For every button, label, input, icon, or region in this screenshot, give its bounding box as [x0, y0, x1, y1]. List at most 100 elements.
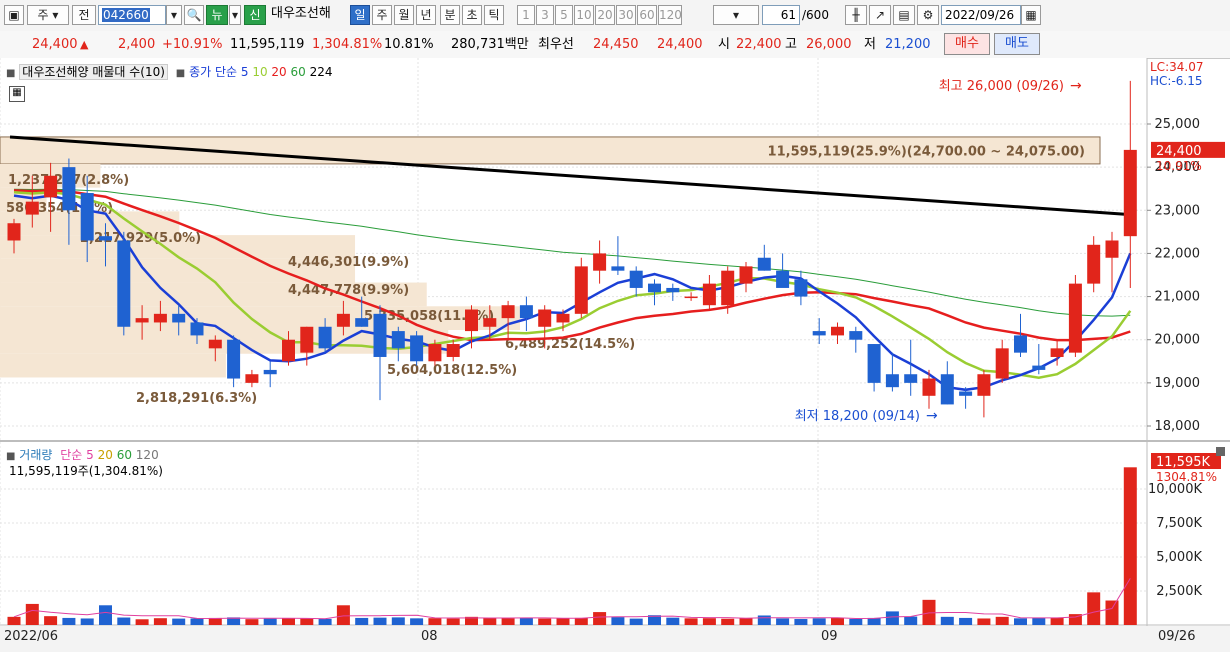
volume-bar: [300, 618, 314, 625]
volume-bar: [410, 618, 424, 625]
count-input[interactable]: 61: [762, 5, 800, 25]
volume-pct-tag: 1304.81%: [1156, 470, 1217, 484]
period-tab-4[interactable]: 분: [440, 5, 460, 25]
search-icon[interactable]: 🔍: [184, 5, 204, 25]
table-icon[interactable]: ▦: [9, 86, 25, 102]
best-ask: 24,450: [593, 37, 639, 52]
x-axis-label: 09: [821, 629, 838, 644]
period-tab-6[interactable]: 틱: [484, 5, 504, 25]
interval-button-60[interactable]: 60: [637, 5, 657, 25]
interval-button-20[interactable]: 20: [595, 5, 615, 25]
stock-name-label: 대우조선해: [271, 6, 331, 21]
candle-body: [959, 391, 973, 396]
stock-chart[interactable]: 11,595,119(25.9%)(24,700.00 ~ 24,075.00)…: [0, 58, 1230, 652]
interval-button-10[interactable]: 10: [574, 5, 594, 25]
volume-ma-period-5[interactable]: 5: [86, 448, 94, 462]
volume-ma-period-60[interactable]: 60: [113, 448, 132, 462]
volume-value: 11,595,119: [230, 37, 305, 52]
ma-period-224[interactable]: 224: [306, 65, 333, 79]
candle-body: [1123, 149, 1137, 237]
save-icon[interactable]: ▤: [893, 5, 915, 25]
candle-body: [300, 326, 314, 353]
period-tab-2[interactable]: 월: [394, 5, 414, 25]
line-tool-icon[interactable]: ↗: [869, 5, 891, 25]
candle-body: [428, 344, 442, 362]
volume-bar: [501, 618, 515, 625]
gear-icon[interactable]: ⚙: [917, 5, 939, 25]
volume-profile-bar: [0, 353, 226, 378]
volume-bar: [849, 618, 863, 625]
price-legend-stock[interactable]: 대우조선해양 매물대 수(10): [19, 64, 168, 80]
price-legend-ma-label[interactable]: 종가 단순: [189, 65, 237, 79]
stock-code-value: 042660: [102, 8, 150, 22]
volume-ma-period-20[interactable]: 20: [94, 448, 113, 462]
interval-button-3[interactable]: 3: [536, 5, 554, 25]
buy-button[interactable]: 매수: [944, 33, 990, 55]
window-menu-icon[interactable]: ▣: [4, 5, 24, 25]
candle-body: [1087, 244, 1101, 284]
ma-period-60[interactable]: 60: [287, 65, 306, 79]
low-arrow-icon: →: [926, 408, 938, 424]
price-tick-label: 22,000: [1155, 246, 1201, 261]
volume-bar: [44, 616, 58, 625]
new-button[interactable]: 신: [244, 5, 266, 25]
current-price-tag: 24,400: [1156, 144, 1202, 159]
sell-button[interactable]: 매도: [994, 33, 1040, 55]
price-tick-label: 21,000: [1155, 290, 1201, 305]
candle-body: [739, 266, 753, 284]
volume-bar: [483, 617, 497, 625]
volume-bar: [556, 618, 570, 625]
volume-bar: [190, 618, 204, 625]
candle-body: [574, 266, 588, 314]
interval-button-5[interactable]: 5: [555, 5, 573, 25]
stock-dropdown-button[interactable]: ▾: [166, 5, 182, 25]
candle-body: [1032, 365, 1046, 370]
volume-bar: [446, 618, 460, 625]
quote-info-bar: 24,400 ▲ 2,400 +10.91% 11,595,119 1,304.…: [0, 31, 1230, 59]
news-dropdown-button[interactable]: ▾: [229, 5, 241, 25]
volume-bar: [959, 617, 973, 625]
volume-bar: [153, 618, 167, 625]
volume-bar: [99, 605, 112, 625]
candle-body: [80, 193, 94, 241]
interval-button-120[interactable]: 120: [658, 5, 682, 25]
volume-current-tag: 11,595K: [1156, 455, 1210, 470]
ma-period-10[interactable]: 10: [249, 65, 267, 79]
interval-button-30[interactable]: 30: [616, 5, 636, 25]
candle-body: [904, 374, 918, 383]
volume-bar: [318, 618, 332, 625]
volume-bar: [977, 618, 991, 625]
period-tab-1[interactable]: 주: [372, 5, 392, 25]
volume-bar: [1123, 467, 1137, 625]
volume-tick-label: 10,000K: [1148, 482, 1202, 497]
period-tab-3[interactable]: 년: [416, 5, 436, 25]
volume-legend-ma-label[interactable]: 단순: [60, 448, 82, 462]
legend-marker-icon: ■: [175, 68, 186, 79]
volume-bar: [721, 618, 735, 625]
volume-pct: 1,304.81%: [312, 37, 383, 52]
calendar-icon[interactable]: ▦: [1021, 5, 1041, 25]
candle-body: [776, 270, 790, 288]
volume-bar: [739, 617, 753, 625]
candle-body: [721, 270, 735, 306]
candle-body: [922, 378, 936, 396]
volume-ma-period-120[interactable]: 120: [132, 448, 159, 462]
candle-body: [336, 313, 350, 327]
market-select[interactable]: 주 ▾: [27, 5, 69, 25]
ma-period-20[interactable]: 20: [268, 65, 286, 79]
volume-legend-label[interactable]: 거래량: [19, 448, 52, 462]
period-tab-5[interactable]: 초: [462, 5, 482, 25]
x-axis-label: 08: [421, 629, 438, 644]
period-tab-0[interactable]: 일: [350, 5, 370, 25]
interval-button-1[interactable]: 1: [517, 5, 535, 25]
type-select[interactable]: 전: [72, 5, 96, 25]
interval-select[interactable]: ▾: [713, 5, 759, 25]
date-input[interactable]: 2022/09/26: [941, 5, 1021, 25]
news-button[interactable]: 뉴: [206, 5, 228, 25]
ma-period-5[interactable]: 5: [241, 65, 249, 79]
volume-bar: [831, 617, 844, 625]
stock-code-input[interactable]: 042660: [98, 5, 166, 25]
candle-style-icon[interactable]: ╫: [845, 5, 867, 25]
candle-body: [1050, 348, 1064, 357]
volume-bar: [593, 612, 607, 625]
